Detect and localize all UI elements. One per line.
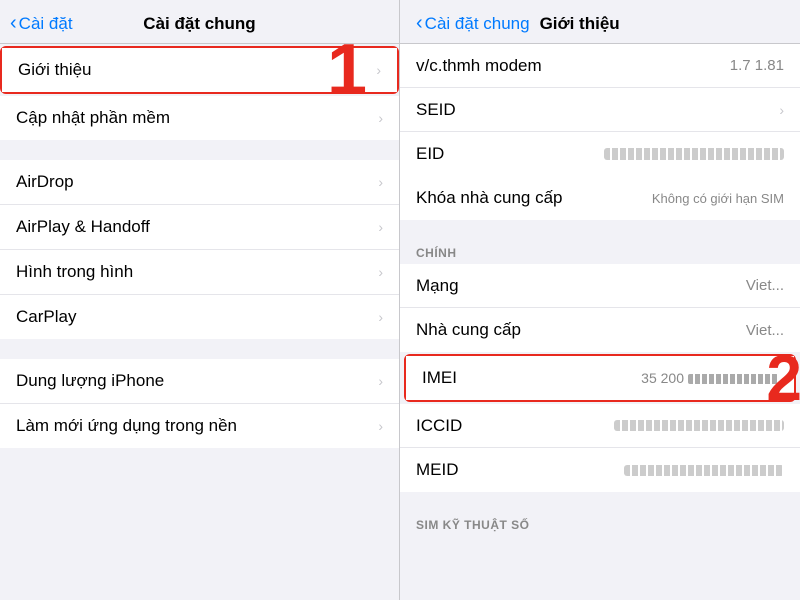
imei-row: IMEI 35 200 [406,356,794,400]
hinh-label: Hình trong hình [16,262,133,282]
gioi-thieu-label: Giới thiệu [18,60,92,80]
nha-cung-cap-value: Viet... [746,322,784,339]
nha-cung-cap-label: Nhà cung cấp [416,320,521,340]
khoa-label: Khóa nhà cung cấp [416,188,563,208]
left-back-label: Cài đặt [19,14,73,34]
hinh-chevron-icon: › [378,264,383,280]
eid-row: EID [400,132,800,176]
right-panel: ‹ Cài đặt chung Giới thiệu v/c.thmh mode… [400,0,800,600]
cap-nhat-label: Cập nhật phần mềm [16,108,170,128]
right-content: v/c.thmh modem 1.7 1.81 SEID › EID Khóa … [400,44,800,600]
airplay-label: AirPlay & Handoff [16,217,150,237]
mang-value: Viet... [746,277,784,294]
airdrop-item[interactable]: AirDrop › [0,160,399,205]
sim-header: SIM KỸ THUẬT SỐ [400,512,800,536]
khoa-value: Không có giới hạn SIM [652,191,784,206]
eid-label: EID [416,144,444,164]
seid-chevron-icon: › [779,102,784,118]
left-back-button[interactable]: ‹ Cài đặt [10,12,73,35]
right-back-chevron-icon: ‹ [416,12,423,35]
airdrop-chevron-icon: › [378,174,383,190]
right-back-label: Cài đặt chung [425,14,530,34]
iccid-label: ICCID [416,416,462,436]
right-spacer1 [400,220,800,240]
right-spacer2 [400,492,800,512]
group3: Dung lượng iPhone › Làm mới ứng dụng tro… [0,359,399,448]
dung-luong-label: Dung lượng iPhone [16,371,164,391]
right-back-button[interactable]: ‹ Cài đặt chung [416,12,530,35]
dung-luong-chevron-icon: › [378,373,383,389]
hinh-item[interactable]: Hình trong hình › [0,250,399,295]
lam-moi-item[interactable]: Làm mới ứng dụng trong nền › [0,404,399,448]
iccid-value [614,420,784,431]
spacer2 [0,339,399,359]
mang-row: Mạng Viet... [400,264,800,308]
gioi-thieu-highlighted: Giới thiệu › 1 [0,46,399,94]
gioi-thieu-chevron-icon: › [376,62,381,78]
eid-value [604,148,784,160]
meid-value [624,465,784,476]
carplay-label: CarPlay [16,307,76,327]
carplay-chevron-icon: › [378,309,383,325]
mang-label: Mạng [416,276,459,296]
right-nav-bar: ‹ Cài đặt chung Giới thiệu [400,0,800,44]
iccid-row: ICCID [400,404,800,448]
left-back-chevron-icon: ‹ [10,12,17,35]
step1-badge: 1 [327,44,367,106]
bottom-section: ICCID MEID [400,404,800,492]
step2-badge: 2 [766,346,800,410]
lam-moi-chevron-icon: › [378,418,383,434]
imei-highlighted: IMEI 35 200 2 [404,354,796,402]
lam-moi-label: Làm mới ứng dụng trong nền [16,416,237,436]
cap-nhat-chevron-icon: › [378,110,383,126]
modem-label: v/c.thmh modem [416,56,542,76]
airdrop-label: AirDrop [16,172,74,192]
right-nav-title: Giới thiệu [540,14,620,34]
carplay-item[interactable]: CarPlay › [0,295,399,339]
modem-row: v/c.thmh modem 1.7 1.81 [400,44,800,88]
airplay-chevron-icon: › [378,219,383,235]
imei-label: IMEI [422,368,457,388]
top-section: v/c.thmh modem 1.7 1.81 SEID › EID [400,44,800,176]
imei-value: 35 200 [641,370,778,386]
left-panel: ‹ Cài đặt Cài đặt chung Giới thiệu › 1 C… [0,0,400,600]
airplay-item[interactable]: AirPlay & Handoff › [0,205,399,250]
seid-row[interactable]: SEID › [400,88,800,132]
spacer1 [0,140,399,160]
group2: AirDrop › AirPlay & Handoff › Hình trong… [0,160,399,339]
dung-luong-item[interactable]: Dung lượng iPhone › [0,359,399,404]
left-settings-list: Giới thiệu › 1 Cập nhật phần mềm › AirDr… [0,44,399,600]
modem-value: 1.7 1.81 [730,57,784,74]
nha-cung-cap-row: Nhà cung cấp Viet... [400,308,800,352]
chinh-section: Mạng Viet... Nhà cung cấp Viet... [400,264,800,352]
left-nav-title: Cài đặt chung [143,14,255,34]
khoa-section: Khóa nhà cung cấp Không có giới hạn SIM [400,176,800,220]
left-nav-bar: ‹ Cài đặt Cài đặt chung [0,0,399,44]
chinh-header: CHÍNH [400,240,800,264]
khoa-row: Khóa nhà cung cấp Không có giới hạn SIM [400,176,800,220]
seid-label: SEID [416,100,456,120]
meid-row: MEID [400,448,800,492]
meid-label: MEID [416,460,459,480]
